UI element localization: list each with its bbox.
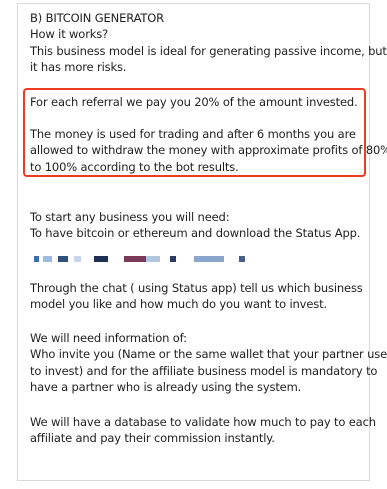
info-line: We will need information of: bbox=[30, 331, 187, 345]
database-line: affiliate and pay their commission insta… bbox=[30, 431, 275, 446]
referral-line: For each referral we pay you 20% of the … bbox=[30, 95, 358, 109]
redacted-block bbox=[43, 256, 52, 262]
database-paragraph: We will have a database to validate how … bbox=[30, 414, 376, 447]
redacted-block bbox=[94, 256, 108, 262]
trading-paragraph: The money is used for trading and after … bbox=[30, 126, 387, 175]
section-title: B) BITCOIN GENERATOR bbox=[30, 10, 164, 26]
start-paragraph: To start any business you will need: To … bbox=[30, 209, 360, 242]
chat-line: Through the chat ( using Status app) tel… bbox=[30, 281, 363, 295]
info-line: to invest) and for the affiliate busines… bbox=[30, 363, 378, 378]
start-line: To have bitcoin or ethereum and download… bbox=[30, 226, 361, 241]
intro-line: This business model is ideal for generat… bbox=[30, 43, 387, 58]
redacted-block bbox=[239, 256, 245, 262]
chat-paragraph: Through the chat ( using Status app) tel… bbox=[30, 280, 363, 313]
intro-paragraph: This business model is ideal for generat… bbox=[30, 43, 387, 76]
chat-line: model you like and how much do you want … bbox=[30, 297, 327, 312]
section-title-text: B) BITCOIN GENERATOR bbox=[30, 11, 165, 25]
redacted-block bbox=[124, 256, 146, 262]
redacted-block bbox=[34, 256, 39, 262]
redacted-wallet-address bbox=[34, 256, 294, 264]
redacted-block bbox=[58, 256, 68, 262]
redacted-block bbox=[170, 256, 176, 262]
redacted-block bbox=[146, 256, 160, 262]
info-paragraph: We will need information of: Who invite … bbox=[30, 330, 387, 396]
trading-line: to 100% according to the bot results. bbox=[30, 159, 239, 174]
redacted-block bbox=[74, 256, 81, 262]
info-line: have a partner who is already using the … bbox=[30, 380, 302, 395]
intro-line: it has more risks. bbox=[30, 60, 127, 75]
database-line: We will have a database to validate how … bbox=[30, 415, 376, 429]
trading-line: allowed to withdraw the money with appro… bbox=[30, 143, 387, 158]
how-it-works-heading: How it works? bbox=[30, 26, 108, 42]
start-line: To start any business you will need: bbox=[30, 210, 230, 224]
redacted-block bbox=[194, 256, 224, 262]
referral-paragraph: For each referral we pay you 20% of the … bbox=[30, 94, 358, 110]
how-it-works-text: How it works? bbox=[30, 27, 109, 42]
info-line: Who invite you (Name or the same wallet … bbox=[30, 347, 387, 362]
trading-line: The money is used for trading and after … bbox=[30, 127, 356, 141]
